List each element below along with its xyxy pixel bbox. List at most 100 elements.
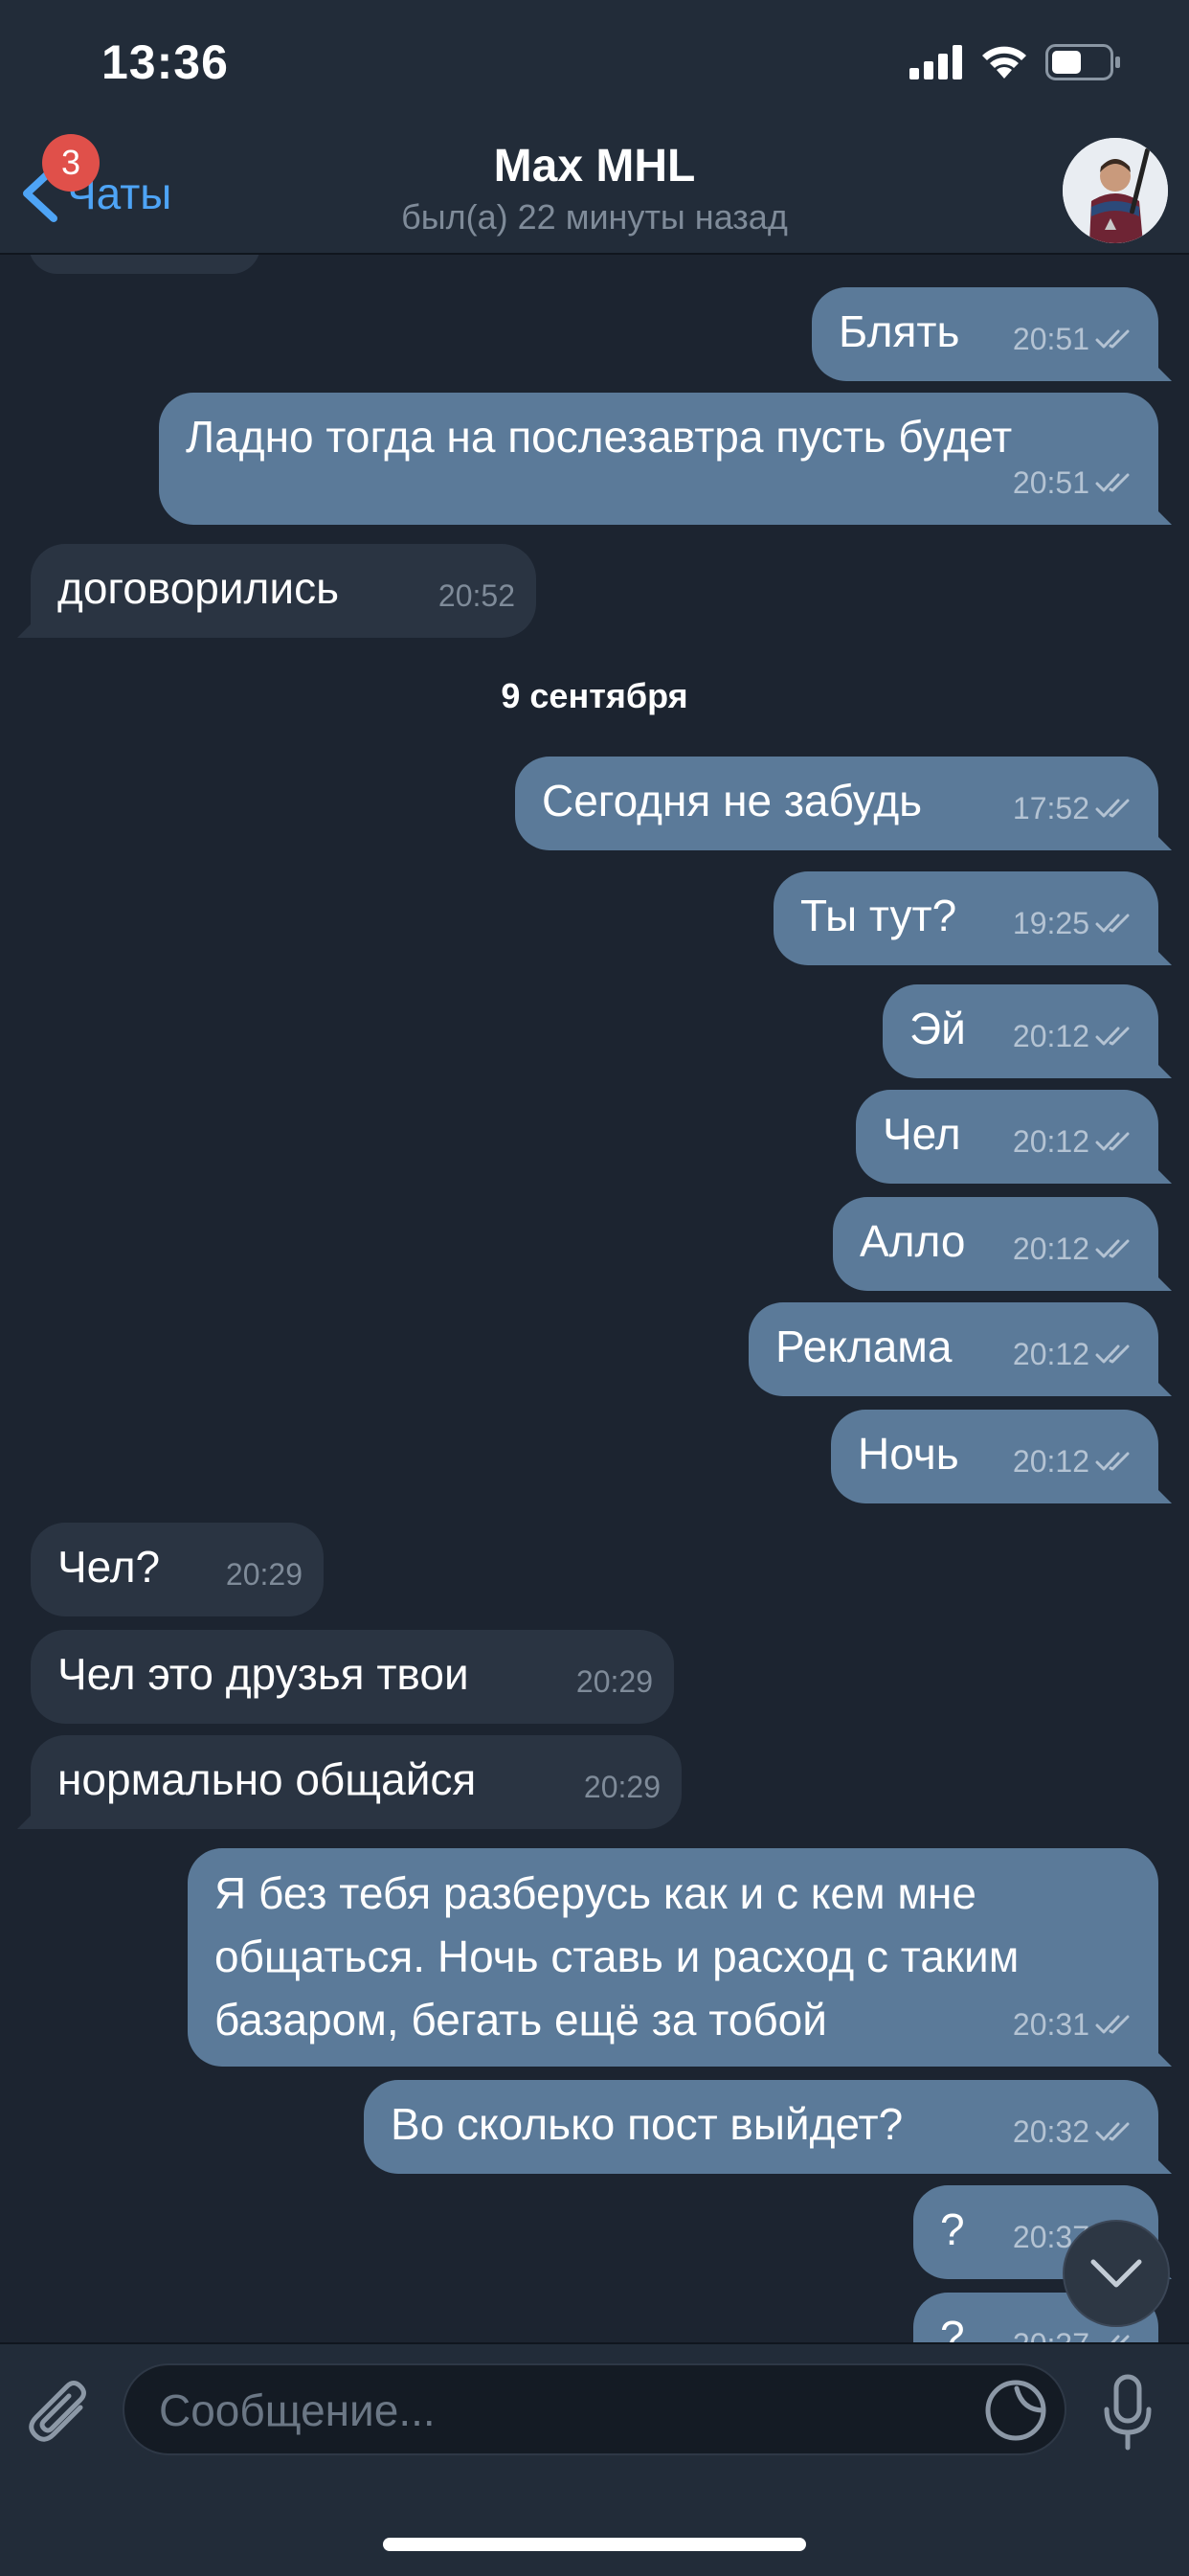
message-text: Ты тут? [800,891,957,940]
message-time: 20:12 [1012,1124,1089,1159]
sticker-icon [985,2380,1046,2441]
message-bubble[interactable]: Чел 20:12 [856,1090,1158,1184]
message-list[interactable]: Блять 20:51 Ладно тогда на послезавтра п… [0,255,1189,2342]
message-text: Ладно тогда на послезавтра пусть будет [186,412,1013,462]
sticker-button[interactable] [984,2379,1047,2447]
message-time: 20:29 [583,1770,661,1804]
microphone-icon [1104,2374,1152,2451]
double-check-icon [1110,2335,1130,2342]
double-check-icon [1095,2122,1130,2141]
message-text: Я без тебя разберусь как и с кем мне общ… [214,1868,1020,2045]
message-time: 20:51 [1012,322,1089,356]
message-bubble[interactable]: Чел это друзья твои 20:29 [31,1630,674,1724]
message-text: Алло [860,1216,966,1266]
message-input-placeholder: Сообщение... [159,2385,436,2435]
double-check-icon [1095,1027,1130,1046]
message-time: 20:51 [1012,465,1089,500]
message-meta: 20:12 [1013,1431,1137,1492]
message-meta: 20:31 [1013,1994,1137,2055]
message-bubble[interactable]: Ладно тогда на послезавтра пусть будет 2… [159,393,1158,525]
message-time: 19:25 [1012,906,1089,940]
message-time: 20:52 [437,578,515,613]
message-text: Чел это друзья твои [57,1649,469,1699]
chat-header: Чаты 3 Max MHL был(а) 22 минуты назад [0,124,1189,255]
double-check-icon [1095,1344,1130,1364]
message-text: ? [940,2312,965,2342]
double-check-icon [1095,2015,1130,2034]
double-check-icon [1095,329,1130,349]
message-text: Чел [883,1109,961,1159]
message-bubble[interactable]: Ты тут? 19:25 [774,871,1158,965]
last-seen-status: был(а) 22 минуты назад [401,197,788,237]
message-bubble[interactable]: Реклама 20:12 [749,1302,1158,1396]
message-bubble[interactable]: Во сколько пост выйдет? 20:32 [364,2080,1158,2174]
message-meta: 20:12 [1013,1323,1137,1385]
message-bubble[interactable]: Блять 20:51 [812,287,1158,381]
message-meta: 20:12 [1013,1006,1137,1067]
chevron-down-icon [1090,2259,1142,2288]
message-time: 20:29 [575,1664,653,1699]
message-bubble-partial [29,255,260,274]
message-meta: 20:29 [576,1651,653,1712]
message-text: Чел? [57,1542,161,1592]
message-text: нормально общайся [57,1754,477,1804]
message-text: Блять [839,306,960,356]
double-check-icon [1095,1239,1130,1258]
message-meta: 20:12 [1013,1111,1137,1172]
message-bubble[interactable]: Алло 20:12 [833,1197,1158,1291]
message-time: 20:29 [225,1557,303,1592]
message-meta: 20:32 [1013,2101,1137,2162]
paperclip-icon [29,2381,86,2442]
message-time: 20:31 [1012,2007,1089,2042]
scroll-to-bottom-button[interactable] [1063,2220,1170,2327]
message-meta: 17:52 [1013,778,1137,839]
battery-icon [1045,44,1120,80]
double-check-icon [1095,914,1130,933]
message-time: 20:12 [1012,1232,1089,1266]
avatar-image [1063,138,1168,243]
date-separator: 9 сентября [501,676,688,715]
status-time: 13:36 [101,35,229,89]
signal-icon [909,45,962,79]
message-meta: 20:52 [438,565,515,626]
message-text: Ночь [858,1429,959,1479]
message-text: Реклама [775,1322,953,1371]
status-icons [909,44,1122,80]
message-meta: 20:29 [226,1544,303,1605]
message-time: 20:12 [1012,1019,1089,1053]
message-time: 17:52 [1012,791,1089,825]
chat-title[interactable]: Max MHL [0,140,1189,192]
message-time: 20:37 [1013,2314,1089,2342]
message-input[interactable]: Сообщение... [123,2363,1066,2455]
message-time: 20:12 [1012,1444,1089,1479]
double-check-icon [1095,1452,1130,1471]
message-meta: 20:29 [584,1756,661,1818]
message-bubble[interactable]: Эй 20:12 [883,984,1158,1078]
message-meta: 20:51 [1013,452,1137,513]
status-bar: 13:36 [0,0,1189,124]
message-text: ? [940,2204,965,2254]
avatar[interactable] [1063,138,1168,243]
message-meta: 20:12 [1013,1218,1137,1279]
message-text: Эй [909,1004,966,1053]
message-time: 20:32 [1012,2114,1089,2149]
message-bubble[interactable]: Сегодня не забудь 17:52 [515,757,1158,850]
double-check-icon [1095,799,1130,818]
wifi-icon [982,46,1026,79]
message-bubble[interactable]: Чел? 20:29 [31,1523,324,1616]
attach-button[interactable] [25,2375,94,2460]
message-bubble[interactable]: нормально общайся 20:29 [31,1735,682,1829]
message-text: Во сколько пост выйдет? [391,2099,904,2149]
message-bubble[interactable]: договорились 20:52 [31,544,536,638]
message-text: Сегодня не забудь [542,776,923,825]
voice-record-button[interactable] [1101,2373,1155,2458]
message-bubble[interactable]: Я без тебя разберусь как и с кем мне общ… [188,1848,1158,2067]
message-text: договорились [57,563,340,613]
double-check-icon [1095,1132,1130,1151]
message-time: 20:12 [1012,1337,1089,1371]
home-indicator[interactable] [383,2538,806,2551]
message-meta: 19:25 [1013,893,1137,954]
double-check-icon [1095,473,1130,492]
message-bubble[interactable]: Ночь 20:12 [831,1410,1158,1503]
message-meta: 20:51 [1013,308,1137,370]
